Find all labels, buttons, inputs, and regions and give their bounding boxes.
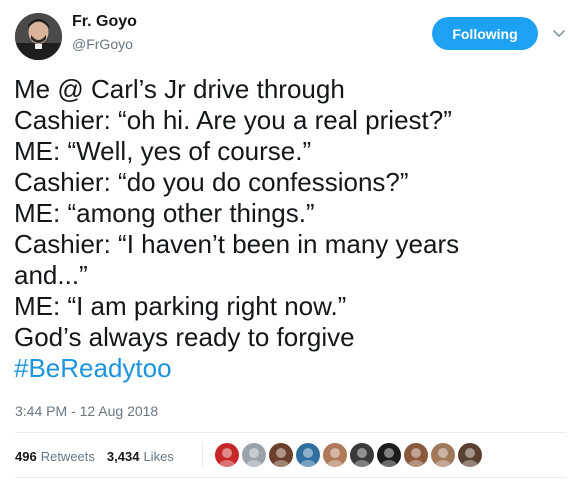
user-avatar-icon <box>242 443 266 467</box>
user-avatar-icon <box>269 443 293 467</box>
user-avatar-icon <box>404 443 428 467</box>
tweet-line: Cashier: “oh hi. Are you a real priest?” <box>14 105 452 135</box>
user-avatar-icon <box>377 443 401 467</box>
divider <box>15 432 566 433</box>
user-avatar-icon <box>215 443 239 467</box>
hashtag-link[interactable]: #BeReadytoo <box>14 353 569 384</box>
tweet-text: Me @ Carl’s Jr drive through Cashier: “o… <box>14 74 569 384</box>
tweet-line: Cashier: “do you do confessions?” <box>14 167 409 197</box>
retweets-label: Retweets <box>40 448 95 464</box>
author-name[interactable]: Fr. Goyo <box>72 13 137 31</box>
retweets-stat[interactable]: 496 Retweets <box>15 449 95 464</box>
chevron-down-icon[interactable] <box>551 25 567 41</box>
author-avatar[interactable] <box>15 13 62 60</box>
liker-avatar-3[interactable] <box>269 443 293 467</box>
likes-label: Likes <box>143 448 174 464</box>
likes-count: 3,434 <box>106 448 140 464</box>
liker-avatar-6[interactable] <box>350 443 374 467</box>
user-avatar-icon <box>296 443 320 467</box>
priest-portrait-icon <box>15 13 62 60</box>
liker-avatar-4[interactable] <box>296 443 320 467</box>
retweets-count: 496 <box>15 448 37 464</box>
user-avatar-icon <box>458 443 482 467</box>
tweet-timestamp[interactable]: 3:44 PM - 12 Aug 2018 <box>15 403 158 419</box>
tweet-line: Cashier: “I haven’t been in many years <box>14 229 460 259</box>
tweet-line: God’s always ready to forgive <box>14 322 355 352</box>
tweet-line: ME: “Well, yes of course.” <box>14 136 312 166</box>
liker-avatar-9[interactable] <box>431 443 455 467</box>
tweet-line: and...” <box>14 260 88 290</box>
liker-avatar-10[interactable] <box>458 443 482 467</box>
liker-avatar-5[interactable] <box>323 443 347 467</box>
following-button[interactable]: Following <box>432 17 538 50</box>
liker-avatar-7[interactable] <box>377 443 401 467</box>
user-avatar-icon <box>350 443 374 467</box>
tweet-line: ME: “I am parking right now.” <box>14 291 347 321</box>
user-avatar-icon <box>323 443 347 467</box>
tweet-line: ME: “among other things.” <box>14 198 315 228</box>
author-handle[interactable]: @FrGoyo <box>72 36 133 52</box>
divider <box>15 477 566 478</box>
user-avatar-icon <box>431 443 455 467</box>
likes-stat[interactable]: 3,434 Likes <box>107 449 174 464</box>
tweet-card: Fr. Goyo @FrGoyo Following Me @ Carl’s J… <box>0 0 581 483</box>
tweet-line: Me @ Carl’s Jr drive through <box>14 74 345 104</box>
engagement-stats: 496 Retweets 3,434 Likes <box>15 444 174 468</box>
likers-avatar-list <box>202 442 482 468</box>
liker-avatar-8[interactable] <box>404 443 428 467</box>
liker-avatar-2[interactable] <box>242 443 266 467</box>
liker-avatar-1[interactable] <box>215 443 239 467</box>
